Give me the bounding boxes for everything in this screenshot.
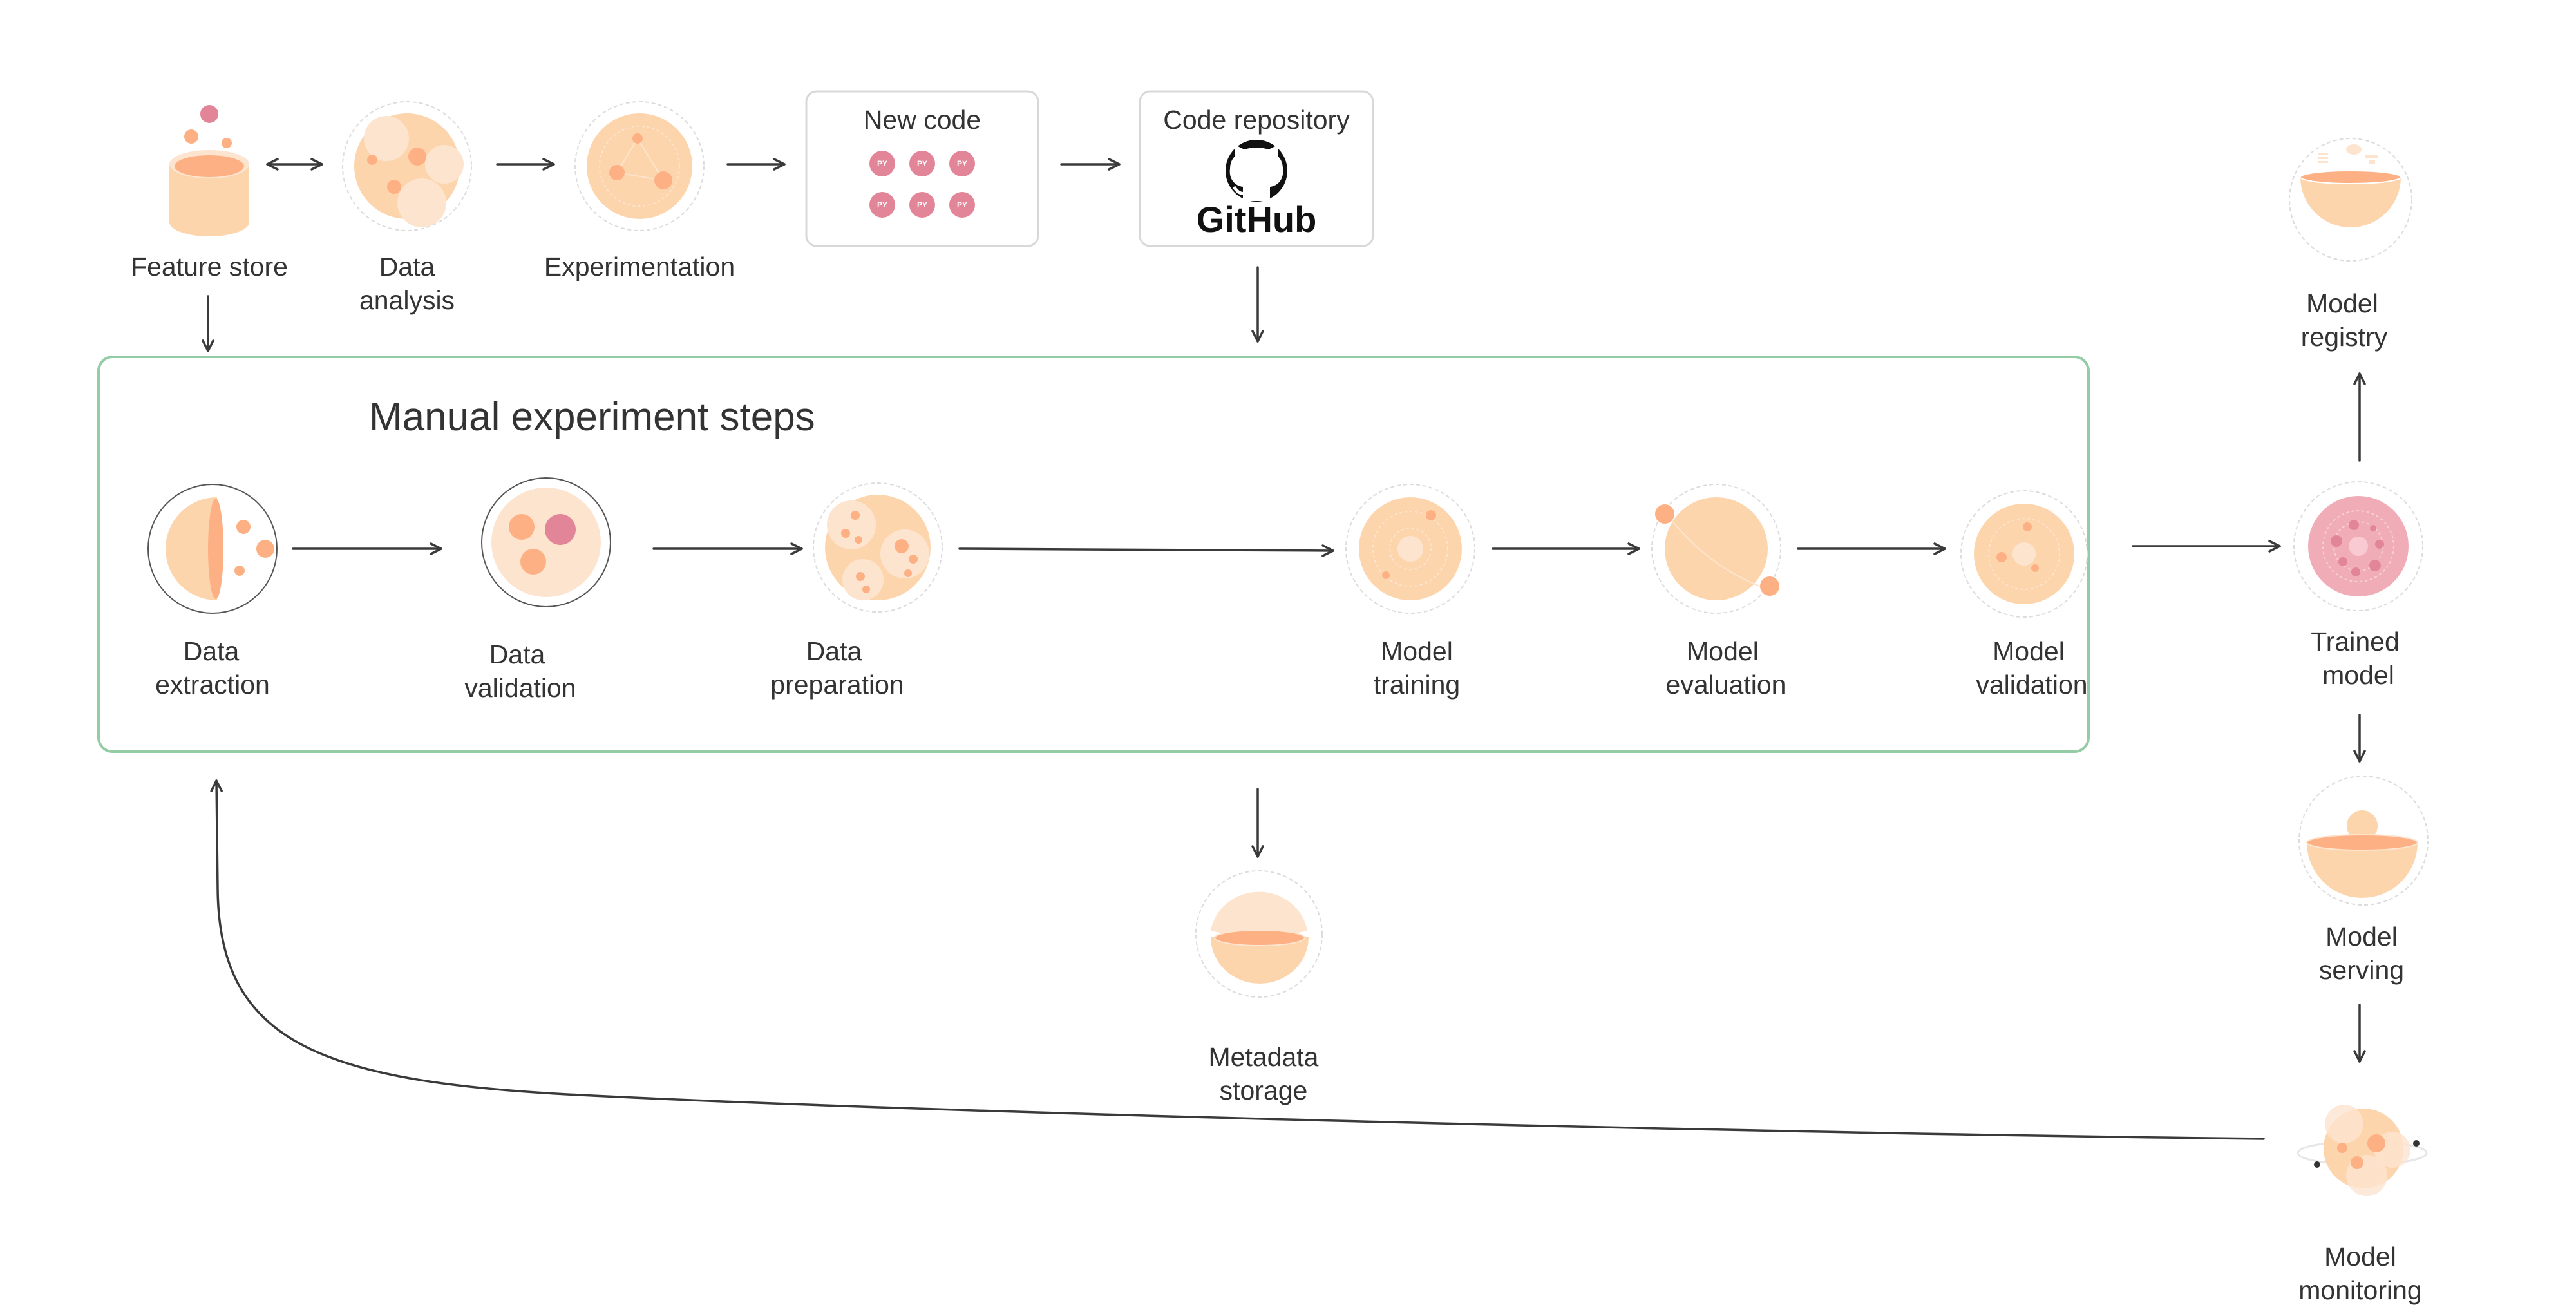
model-registry-label-line2: registry <box>2301 322 2388 352</box>
step-data-preparation[interactable]: Data preparation <box>770 482 943 700</box>
manual-experiment-title: Manual experiment steps <box>369 395 815 439</box>
step-model-evaluation[interactable]: Model evaluation <box>1651 484 1786 700</box>
step-label-line1: Model <box>1993 636 2065 666</box>
github-logo-text: GitHub <box>1197 199 1317 240</box>
model-monitoring-node[interactable]: Model monitoring <box>2297 1105 2428 1305</box>
metadata-storage-icon <box>1195 870 1323 998</box>
model-monitoring-planet-icon <box>2297 1105 2428 1196</box>
step-label-line1: Model <box>1687 636 1759 666</box>
data-analysis-node[interactable]: Data analysis <box>342 101 472 315</box>
data-analysis-icon <box>342 101 472 231</box>
github-octocat-icon <box>1226 140 1287 202</box>
py-badge: PY <box>877 159 887 168</box>
step-label-line1: Data <box>489 640 545 669</box>
trained-model-label-line1: Trained <box>2311 627 2400 656</box>
mlops-pipeline-diagram: Feature store Data analysis Experimentat… <box>97 90 2429 1305</box>
model-training-icon <box>1345 484 1475 614</box>
trained-model-node[interactable]: Trained model <box>2293 481 2423 690</box>
model-registry-label-line1: Model <box>2306 289 2378 318</box>
trained-model-label-line2: model <box>2322 660 2394 690</box>
data-analysis-label-line2: analysis <box>359 285 455 315</box>
data-validation-icon <box>481 477 611 607</box>
py-badge: PY <box>917 200 927 209</box>
data-preparation-icon <box>813 482 943 613</box>
step-label-line2: extraction <box>155 670 270 700</box>
step-model-training[interactable]: Model training <box>1345 484 1475 700</box>
py-badge: PY <box>917 159 927 168</box>
py-badge: PY <box>877 200 887 209</box>
data-extraction-icon <box>147 484 278 614</box>
model-serving-node[interactable]: Model serving <box>2298 776 2429 985</box>
model-registry-node[interactable]: Model registry <box>2289 138 2412 352</box>
step-label-line2: training <box>1374 670 1460 700</box>
step-label-line1: Data <box>806 636 862 666</box>
model-serving-label-line2: serving <box>2319 955 2404 985</box>
step-data-validation[interactable]: Data validation <box>464 477 611 703</box>
py-badge: PY <box>957 159 967 168</box>
model-monitoring-label-line1: Model <box>2324 1242 2396 1271</box>
model-registry-icon <box>2289 138 2412 262</box>
model-serving-label-line1: Model <box>2325 922 2398 951</box>
step-label-line1: Model <box>1381 636 1453 666</box>
model-validation-icon <box>1960 490 2088 618</box>
metadata-storage-label-line1: Metadata <box>1209 1042 1319 1072</box>
step-label-line2: evaluation <box>1666 670 1786 700</box>
arrow-step3-to-step4 <box>958 544 1334 557</box>
step-label-line2: preparation <box>770 670 904 700</box>
experimentation-label: Experimentation <box>544 252 735 281</box>
feature-store-node[interactable]: Feature store <box>131 105 288 281</box>
model-serving-icon <box>2298 776 2429 906</box>
py-badge: PY <box>957 200 967 209</box>
metadata-storage-node[interactable]: Metadata storage <box>1195 870 1323 1105</box>
feature-store-label: Feature store <box>131 252 288 281</box>
experimentation-icon <box>574 101 705 231</box>
database-cylinder-icon <box>169 105 249 236</box>
step-label-line1: Data <box>184 636 240 666</box>
new-code-card[interactable]: New code PY PY PY PY PY PY <box>805 90 1039 247</box>
trained-model-icon <box>2293 481 2423 611</box>
step-data-extraction[interactable]: Data extraction <box>147 484 278 700</box>
experimentation-node[interactable]: Experimentation <box>544 101 735 281</box>
metadata-storage-label-line2: storage <box>1220 1076 1308 1105</box>
data-analysis-label-line1: Data <box>379 252 435 281</box>
step-label-line2: validation <box>1976 670 2087 700</box>
step-label-line2: validation <box>464 673 576 703</box>
code-repository-card[interactable]: Code repository GitHub <box>1139 90 1374 247</box>
model-evaluation-icon <box>1651 484 1781 614</box>
model-monitoring-label-line2: monitoring <box>2298 1275 2421 1305</box>
code-repository-title: Code repository <box>1163 105 1350 135</box>
new-code-title: New code <box>864 105 981 135</box>
manual-experiment-group: Manual experiment steps Data extraction <box>97 356 2090 753</box>
step-model-validation[interactable]: Model validation <box>1960 490 2088 700</box>
